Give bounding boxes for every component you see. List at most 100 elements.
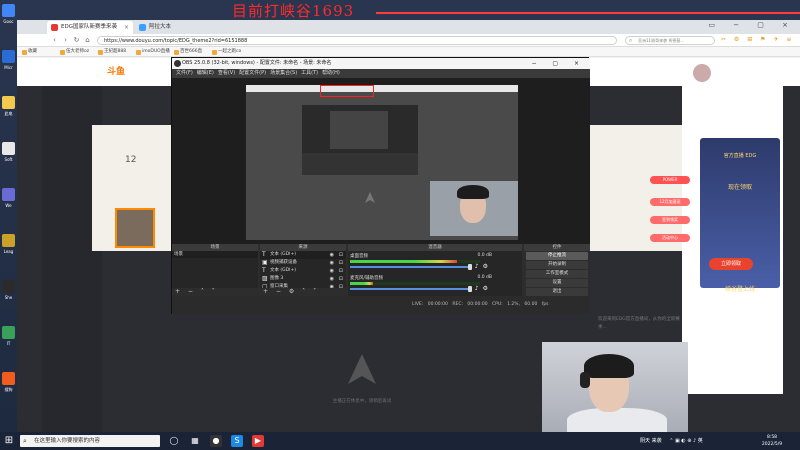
- sources-dock: 来源 T 文本 (GDI+) ◉ ⊡ ▣ 视频捕获设备 ◉ ⊡ T 文本 (GDI+) ◉ ⊡ ▨ 图像 …: [260, 244, 346, 296]
- obs-menu-item[interactable]: 场景集合(S): [270, 70, 297, 76]
- desktop-app-icon[interactable]: [2, 234, 15, 247]
- desktop-app-icon[interactable]: [2, 4, 15, 17]
- headset-icon: [580, 372, 590, 388]
- source-item[interactable]: ▢ 窗口采集 ◉ ⊡: [260, 283, 346, 288]
- sources-toolbar[interactable]: + − ⚙ ˄ ˅: [260, 288, 346, 296]
- clock-time: 8:58: [766, 435, 778, 440]
- chip-1[interactable]: 12月加速宠: [650, 198, 690, 206]
- desktop-app-icon[interactable]: [2, 326, 15, 339]
- obs-menu-item[interactable]: 编辑(E): [197, 70, 214, 76]
- visibility-eye-icon[interactable]: ◉: [330, 267, 334, 275]
- window-controls[interactable]: ▭ − ▢ ×: [708, 21, 796, 29]
- app-icon[interactable]: ▶: [252, 435, 264, 447]
- obs-control-button[interactable]: 设置: [526, 279, 588, 287]
- chip-2[interactable]: 签到领奖: [650, 216, 690, 224]
- source-item[interactable]: ▣ 视频捕获设备 ◉ ⊡: [260, 259, 346, 267]
- tab-edg[interactable]: EDG国家队新赛季来袭 ×: [47, 21, 133, 34]
- scene-item[interactable]: 场景: [172, 251, 258, 258]
- obs-logo-icon: [174, 60, 181, 67]
- clock[interactable]: 8:58 2022/5/9: [752, 434, 792, 448]
- refresh-icon[interactable]: ↻: [72, 36, 81, 45]
- obs-control-button[interactable]: 停止推流: [526, 252, 588, 260]
- lock-icon[interactable]: ⊡: [339, 283, 343, 288]
- douyu-logo-icon[interactable]: 斗鱼: [107, 64, 137, 80]
- source-type-icon: ▨: [262, 275, 268, 282]
- nested-preview: [330, 111, 388, 149]
- start-icon[interactable]: ⊞: [3, 435, 15, 447]
- avatar[interactable]: [693, 64, 711, 82]
- bookmark-favicon-icon: [60, 50, 65, 55]
- obs-menu-item[interactable]: 查看(V): [218, 70, 235, 76]
- obs-control-button[interactable]: 工作室模式: [526, 270, 588, 278]
- close-icon[interactable]: ×: [124, 21, 129, 34]
- cortana-icon[interactable]: ▦: [189, 435, 201, 447]
- desktop-app-icon[interactable]: [2, 50, 15, 63]
- stream-overlay-bar: [376, 12, 800, 14]
- forward-icon[interactable]: ›: [61, 36, 70, 45]
- taskbar-search-input[interactable]: ⌕ 在这里输入你要搜索的内容: [20, 435, 160, 447]
- source-item[interactable]: ▨ 图像 3 ◉ ⊡: [260, 275, 346, 283]
- promo-bottom-text: 峡谷登上线: [724, 286, 755, 293]
- visibility-eye-icon[interactable]: ◉: [330, 275, 334, 283]
- promo-badge[interactable]: POWER: [650, 176, 690, 184]
- desktop-app-icon[interactable]: [2, 96, 15, 109]
- browser-toolbar-icons[interactable]: ✂ ⚙ ⊞ ⚑ ✈ ≡: [721, 36, 794, 45]
- obs-icon[interactable]: ●: [210, 435, 222, 447]
- bookmark-item[interactable]: 收藏: [21, 47, 37, 57]
- volume-slider-handle[interactable]: [468, 286, 472, 292]
- webcam-hair: [584, 354, 634, 378]
- speaker-icon[interactable]: ♪⚙: [475, 285, 492, 292]
- obs-control-button[interactable]: 退出: [526, 288, 588, 296]
- obs-menu-item[interactable]: 配置文件(P): [239, 70, 266, 76]
- obs-menu-item[interactable]: 帮助(H): [322, 70, 340, 76]
- browser-icon[interactable]: S: [231, 435, 243, 447]
- douyu-favicon-icon: [51, 24, 58, 31]
- search-input[interactable]: ⌕ 亚洲11刚哥来袭 肯德基...: [625, 36, 715, 45]
- obs-titlebar: OBS 25.0.8 (32-bit, windows) - 配置文件: 未命名…: [172, 58, 590, 69]
- bookmark-label: 一起之跑co: [218, 49, 242, 54]
- captured-browser-bar: [246, 85, 518, 92]
- desktop-app-icon[interactable]: [2, 280, 15, 293]
- source-label: 窗口采集: [270, 284, 288, 288]
- obs-control-button[interactable]: 开始录制: [526, 261, 588, 269]
- speaker-icon[interactable]: ♪⚙: [475, 263, 492, 270]
- visibility-eye-icon[interactable]: ◉: [330, 251, 334, 259]
- visibility-eye-icon[interactable]: ◉: [330, 283, 334, 288]
- obs-window-controls[interactable]: − ▢ ×: [531, 58, 586, 69]
- source-item[interactable]: T 文本 (GDI+) ◉ ⊡: [260, 267, 346, 275]
- obs-menu-item[interactable]: 文件(F): [176, 70, 193, 76]
- desktop-app-icon[interactable]: [2, 188, 15, 201]
- scenes-toolbar[interactable]: + − ˄ ˅: [172, 288, 258, 296]
- lock-icon[interactable]: ⊡: [339, 275, 343, 283]
- volume-slider[interactable]: [350, 288, 472, 290]
- volume-slider-handle[interactable]: [468, 264, 472, 270]
- lock-icon[interactable]: ⊡: [339, 259, 343, 267]
- bookmark-item[interactable]: 一起之跑co: [211, 47, 241, 57]
- mixer-title: 混音器: [348, 244, 522, 251]
- webcam-shirt: [567, 408, 667, 432]
- source-item[interactable]: T 文本 (GDI+) ◉ ⊡: [260, 251, 346, 259]
- desktop-app-icon[interactable]: [2, 142, 15, 155]
- bookmark-item[interactable]: imoDUO直播: [135, 47, 170, 57]
- visibility-eye-icon[interactable]: ◉: [330, 259, 334, 267]
- task-view-icon[interactable]: ◯: [168, 435, 180, 447]
- chip-3[interactable]: 活动中心: [650, 234, 690, 242]
- desktop-app-label: 搜狗: [4, 387, 13, 392]
- desktop-app-icon[interactable]: [2, 372, 15, 385]
- bookmark-item[interactable]: 伍大老师oz: [59, 47, 89, 57]
- system-tray[interactable]: 阴天 来袭 ⌃ ▣ ◐ ⊕ ♪ 英: [640, 435, 748, 447]
- anchor-avatar[interactable]: [115, 208, 155, 248]
- source-type-icon: ▣: [262, 259, 268, 266]
- tab-second[interactable]: 阿拉大本: [135, 21, 195, 34]
- address-bar[interactable]: https://www.douyu.com/topic/EDG_theme2?r…: [97, 36, 617, 45]
- obs-menu-item[interactable]: 工具(T): [301, 70, 318, 76]
- promo-claim-button[interactable]: 立即领取: [709, 258, 753, 270]
- lock-icon[interactable]: ⊡: [339, 267, 343, 275]
- volume-slider[interactable]: [350, 266, 472, 268]
- bookmark-item[interactable]: 百世666直: [173, 47, 202, 57]
- home-icon[interactable]: ⌂: [83, 36, 92, 45]
- lock-icon[interactable]: ⊡: [339, 251, 343, 259]
- back-icon[interactable]: ‹: [50, 36, 59, 45]
- bookmark-item[interactable]: 王纪超888: [97, 47, 126, 57]
- obs-preview-canvas[interactable]: [246, 85, 518, 240]
